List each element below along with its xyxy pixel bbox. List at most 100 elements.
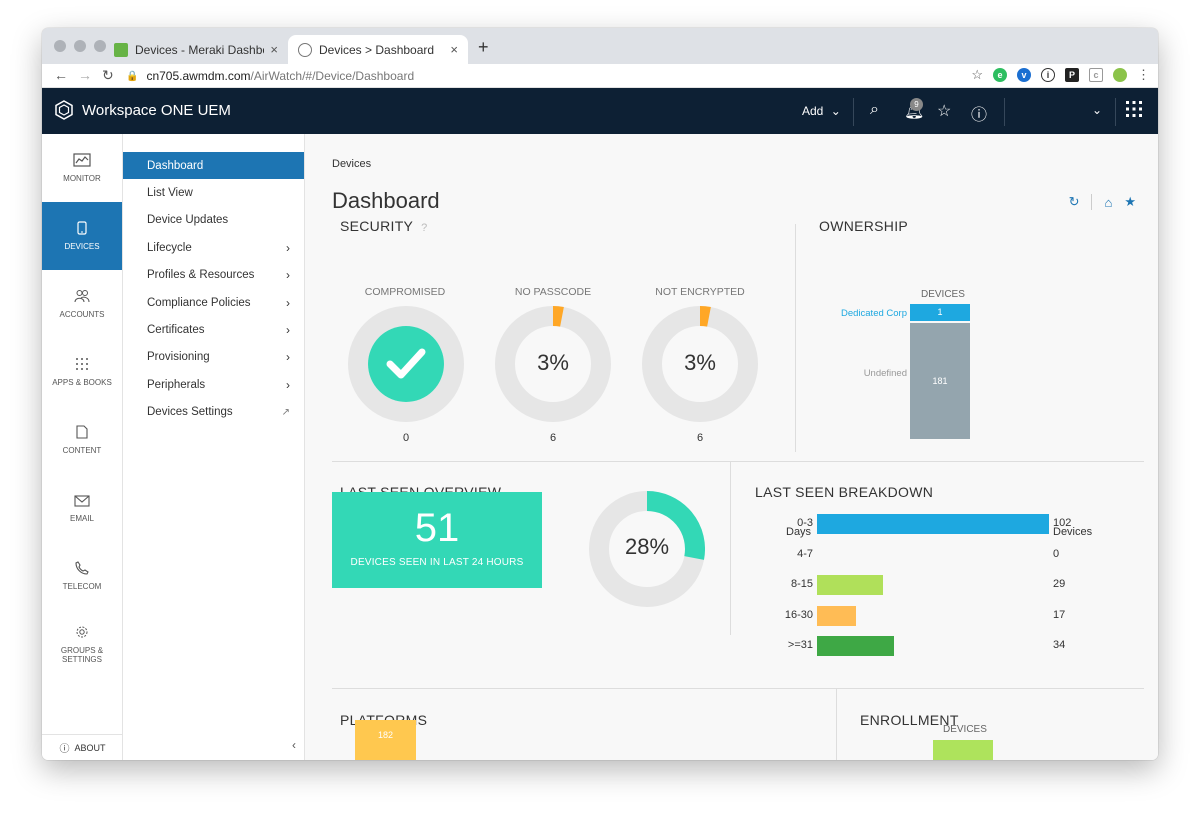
new-tab-button[interactable]: + [478,37,489,58]
sub-item-compliance-policies[interactable]: Compliance Policies › [123,289,304,316]
rail-item-label: DEVICES [64,242,100,251]
actions-divider [1091,194,1093,210]
reload-icon[interactable]: ↻ [102,67,114,84]
ownership-bar-undefined[interactable]: 181 [910,323,970,440]
no-passcode-count[interactable]: 6 [533,432,573,444]
refresh-icon[interactable]: ↻ [1069,194,1080,210]
minimize-window-button[interactable] [74,40,86,52]
sub-item-label: List View [147,187,193,200]
devices-sub-nav: Dashboard List View Device Updates Lifec… [123,134,305,760]
rail-item-monitor[interactable]: MONITOR [42,134,122,202]
close-tab-icon[interactable]: × [270,42,278,57]
rail-item-groups-settings[interactable]: GROUPS & SETTINGS [42,610,122,678]
rail-item-apps-books[interactable]: APPS & BOOKS [42,338,122,406]
enrollment-bar[interactable] [933,740,993,760]
avatar-icon[interactable] [1113,68,1127,82]
devices-seen-24h-caption: DEVICES SEEN IN LAST 24 HOURS [350,557,524,568]
sub-item-certificates[interactable]: Certificates › [123,316,304,343]
forward-arrow-icon[interactable]: → [78,67,92,83]
about-button[interactable]: ⓘ ABOUT [42,734,123,760]
close-tab-icon[interactable]: × [450,42,458,57]
vivaldi-icon[interactable]: v [1017,68,1031,82]
tab-title: Devices - Meraki Dashboard [135,42,264,57]
sub-item-lifecycle[interactable]: Lifecycle › [123,234,304,261]
tab-devices-dashboard[interactable]: Devices > Dashboard × [288,35,468,64]
rail-item-telecom[interactable]: TELECOM [42,542,122,610]
ownership-bar-dedicated-corp[interactable]: 1 [910,304,970,321]
clipboard-icon[interactable]: c [1089,68,1103,82]
breadcrumb[interactable]: Devices [332,158,371,170]
sub-item-dashboard[interactable]: Dashboard [123,152,304,180]
collapse-nav-icon[interactable]: ‹ [292,738,296,752]
bookmark-star-icon[interactable]: ☆ [971,67,983,83]
monitor-icon [73,153,91,170]
rail-item-email[interactable]: EMAIL [42,474,122,542]
ownership-column-header: DEVICES [921,289,965,300]
brand[interactable]: Workspace ONE UEM [54,100,231,120]
rail-item-label: EMAIL [69,513,94,523]
breakdown-day-label: 16-30 [784,608,813,621]
breakdown-bar[interactable] [817,514,1049,534]
help-icon[interactable]: ⓘ [971,101,987,125]
gauge-label-no-passcode: NO PASSCODE [514,286,592,298]
tab-meraki[interactable]: Devices - Meraki Dashboard × [104,35,288,64]
help-circle-icon[interactable]: ? [421,222,427,234]
header-divider [1004,98,1005,126]
favorite-star-icon[interactable]: ★ [1124,194,1136,210]
breakdown-value: 34 [1053,639,1066,651]
ownership-label-dedicated-corp[interactable]: Dedicated Corp [827,308,907,319]
last-seen-percent: 28% [624,534,670,559]
not-encrypted-percent: 3% [684,350,716,375]
enrollment-column-header: DEVICES [943,724,987,735]
evernote-icon[interactable]: e [993,68,1007,82]
extensions-bar: ☆ e v i P c ⋮ [971,67,1150,83]
people-icon [74,289,90,306]
url-path: /AirWatch/#/Device/Dashboard [250,69,415,83]
breakdown-day-label: 4-7 [797,547,813,560]
section-divider [730,462,731,635]
star-icon[interactable]: ☆ [937,101,951,121]
rail-item-label: ACCOUNTS [59,310,105,319]
row-divider [332,461,1144,462]
breakdown-bar[interactable] [817,636,895,656]
donut-value-arc [552,306,564,327]
rail-item-accounts[interactable]: ACCOUNTS [42,270,122,338]
ownership-label-undefined[interactable]: Undefined [827,368,907,379]
sub-item-provisioning[interactable]: Provisioning › [123,344,304,371]
sub-item-peripherals[interactable]: Peripherals › [123,371,304,398]
platform-bar[interactable]: 182 [355,720,416,760]
tab-title: Devices > Dashboard [319,42,435,57]
sub-item-device-updates[interactable]: Device Updates [123,207,304,234]
section-divider [795,224,796,452]
breakdown-bar[interactable] [817,605,856,626]
info-icon[interactable]: i [1041,68,1055,82]
sub-item-list-view[interactable]: List View [123,179,304,206]
url-field[interactable]: 🔒 cn705.awmdm.com/AirWatch/#/Device/Dash… [126,64,414,88]
phone-handset-icon [75,561,89,578]
devices-seen-24h-count: 51 [414,506,460,550]
sub-item-profiles-resources[interactable]: Profiles & Resources › [123,262,304,289]
rail-item-content[interactable]: CONTENT [42,406,122,474]
compromised-gauge[interactable] [348,306,464,422]
org-group-dropdown[interactable]: ⌄ [1092,103,1102,117]
app-launcher-grid-icon[interactable] [1126,101,1142,122]
document-icon [76,425,88,442]
back-arrow-icon[interactable]: ← [54,67,68,83]
p-icon[interactable]: P [1065,68,1079,82]
menu-dots-icon[interactable]: ⋮ [1137,67,1150,83]
breakdown-bar[interactable] [817,575,883,595]
sub-item-devices-settings[interactable]: Devices Settings ↗ [123,399,304,426]
devices-seen-24h-tile[interactable]: 51 DEVICES SEEN IN LAST 24 HOURS [332,492,542,588]
breakdown-value: 17 [1053,608,1066,621]
breakdown-value: 0 [1053,547,1060,560]
tab-strip: Devices - Meraki Dashboard × Devices > D… [42,28,1158,64]
address-bar: ← → ↻ 🔒 cn705.awmdm.com/AirWatch/#/Devic… [42,64,1158,88]
compromised-count[interactable]: 0 [386,432,426,444]
rail-item-devices[interactable]: DEVICES [42,202,122,270]
close-window-button[interactable] [54,40,66,52]
not-encrypted-count[interactable]: 6 [680,432,720,444]
search-icon[interactable]: ⌕ [870,101,879,119]
breakdown-value: 102 [1053,517,1072,529]
add-menu-button[interactable]: Add ⌄ [802,104,841,118]
home-icon[interactable]: ⌂ [1104,195,1112,210]
